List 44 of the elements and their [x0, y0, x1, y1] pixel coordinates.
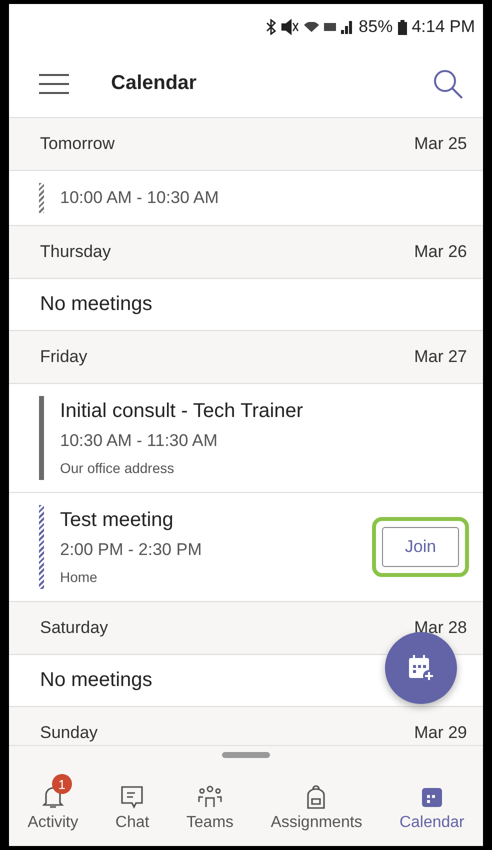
day-date: Mar 27: [414, 347, 467, 367]
network-icon: [324, 23, 336, 31]
wifi-icon: [304, 22, 319, 32]
event-item[interactable]: Test meeting 2:00 PM - 2:30 PM Home Join: [9, 493, 483, 602]
bluetooth-icon: [266, 19, 276, 35]
day-date: Mar 28: [414, 618, 467, 638]
day-label: Friday: [40, 347, 88, 367]
day-label: Tomorrow: [40, 134, 115, 154]
page-title: Calendar: [111, 72, 198, 95]
event-time: 10:00 AM - 10:30 AM: [60, 187, 220, 209]
calendar-add-icon: [406, 653, 436, 683]
drag-handle[interactable]: [222, 752, 270, 758]
mute-icon: [280, 19, 299, 35]
people-icon: [196, 784, 223, 810]
chat-icon: [119, 784, 146, 810]
nav-tab[interactable]: Chat: [113, 772, 152, 832]
day-date: Mar 26: [414, 242, 467, 262]
clock: 4:14 PM: [412, 17, 475, 37]
event-location: Home: [60, 568, 98, 587]
nav-tab[interactable]: 1 Activity: [26, 772, 80, 832]
menu-icon[interactable]: [39, 72, 69, 94]
event-time: 10:30 AM - 11:30 AM: [60, 430, 218, 452]
event-location: Our office address: [60, 459, 176, 478]
event-title: Initial consult - Tech Trainer: [60, 399, 304, 424]
join-button[interactable]: Join: [382, 527, 459, 567]
day-label: Sunday: [40, 723, 98, 743]
event-time: 2:00 PM - 2:30 PM: [60, 539, 203, 561]
day-label: Saturday: [40, 618, 108, 638]
new-meeting-button[interactable]: [385, 632, 457, 704]
day-date: Mar 29: [414, 723, 467, 743]
signal-icon: [340, 20, 352, 34]
notification-badge: 1: [52, 774, 72, 794]
no-meetings-text: No meetings: [40, 293, 152, 316]
event-item[interactable]: Initial consult - Tech Trainer 10:30 AM - 11:30 AM Our office address: [9, 384, 483, 493]
battery-icon: [398, 20, 407, 34]
search-icon[interactable]: [433, 68, 463, 98]
event-title: Test meeting: [60, 508, 174, 533]
nav-tab[interactable]: Assignments: [268, 772, 364, 832]
day-date: Mar 25: [414, 134, 467, 154]
battery-level: 85%: [358, 17, 393, 37]
nav-tab[interactable]: Calendar: [397, 772, 466, 832]
day-label: Thursday: [40, 242, 111, 262]
no-meetings-text: No meetings: [40, 669, 152, 692]
nav-tab[interactable]: Teams: [184, 772, 236, 832]
